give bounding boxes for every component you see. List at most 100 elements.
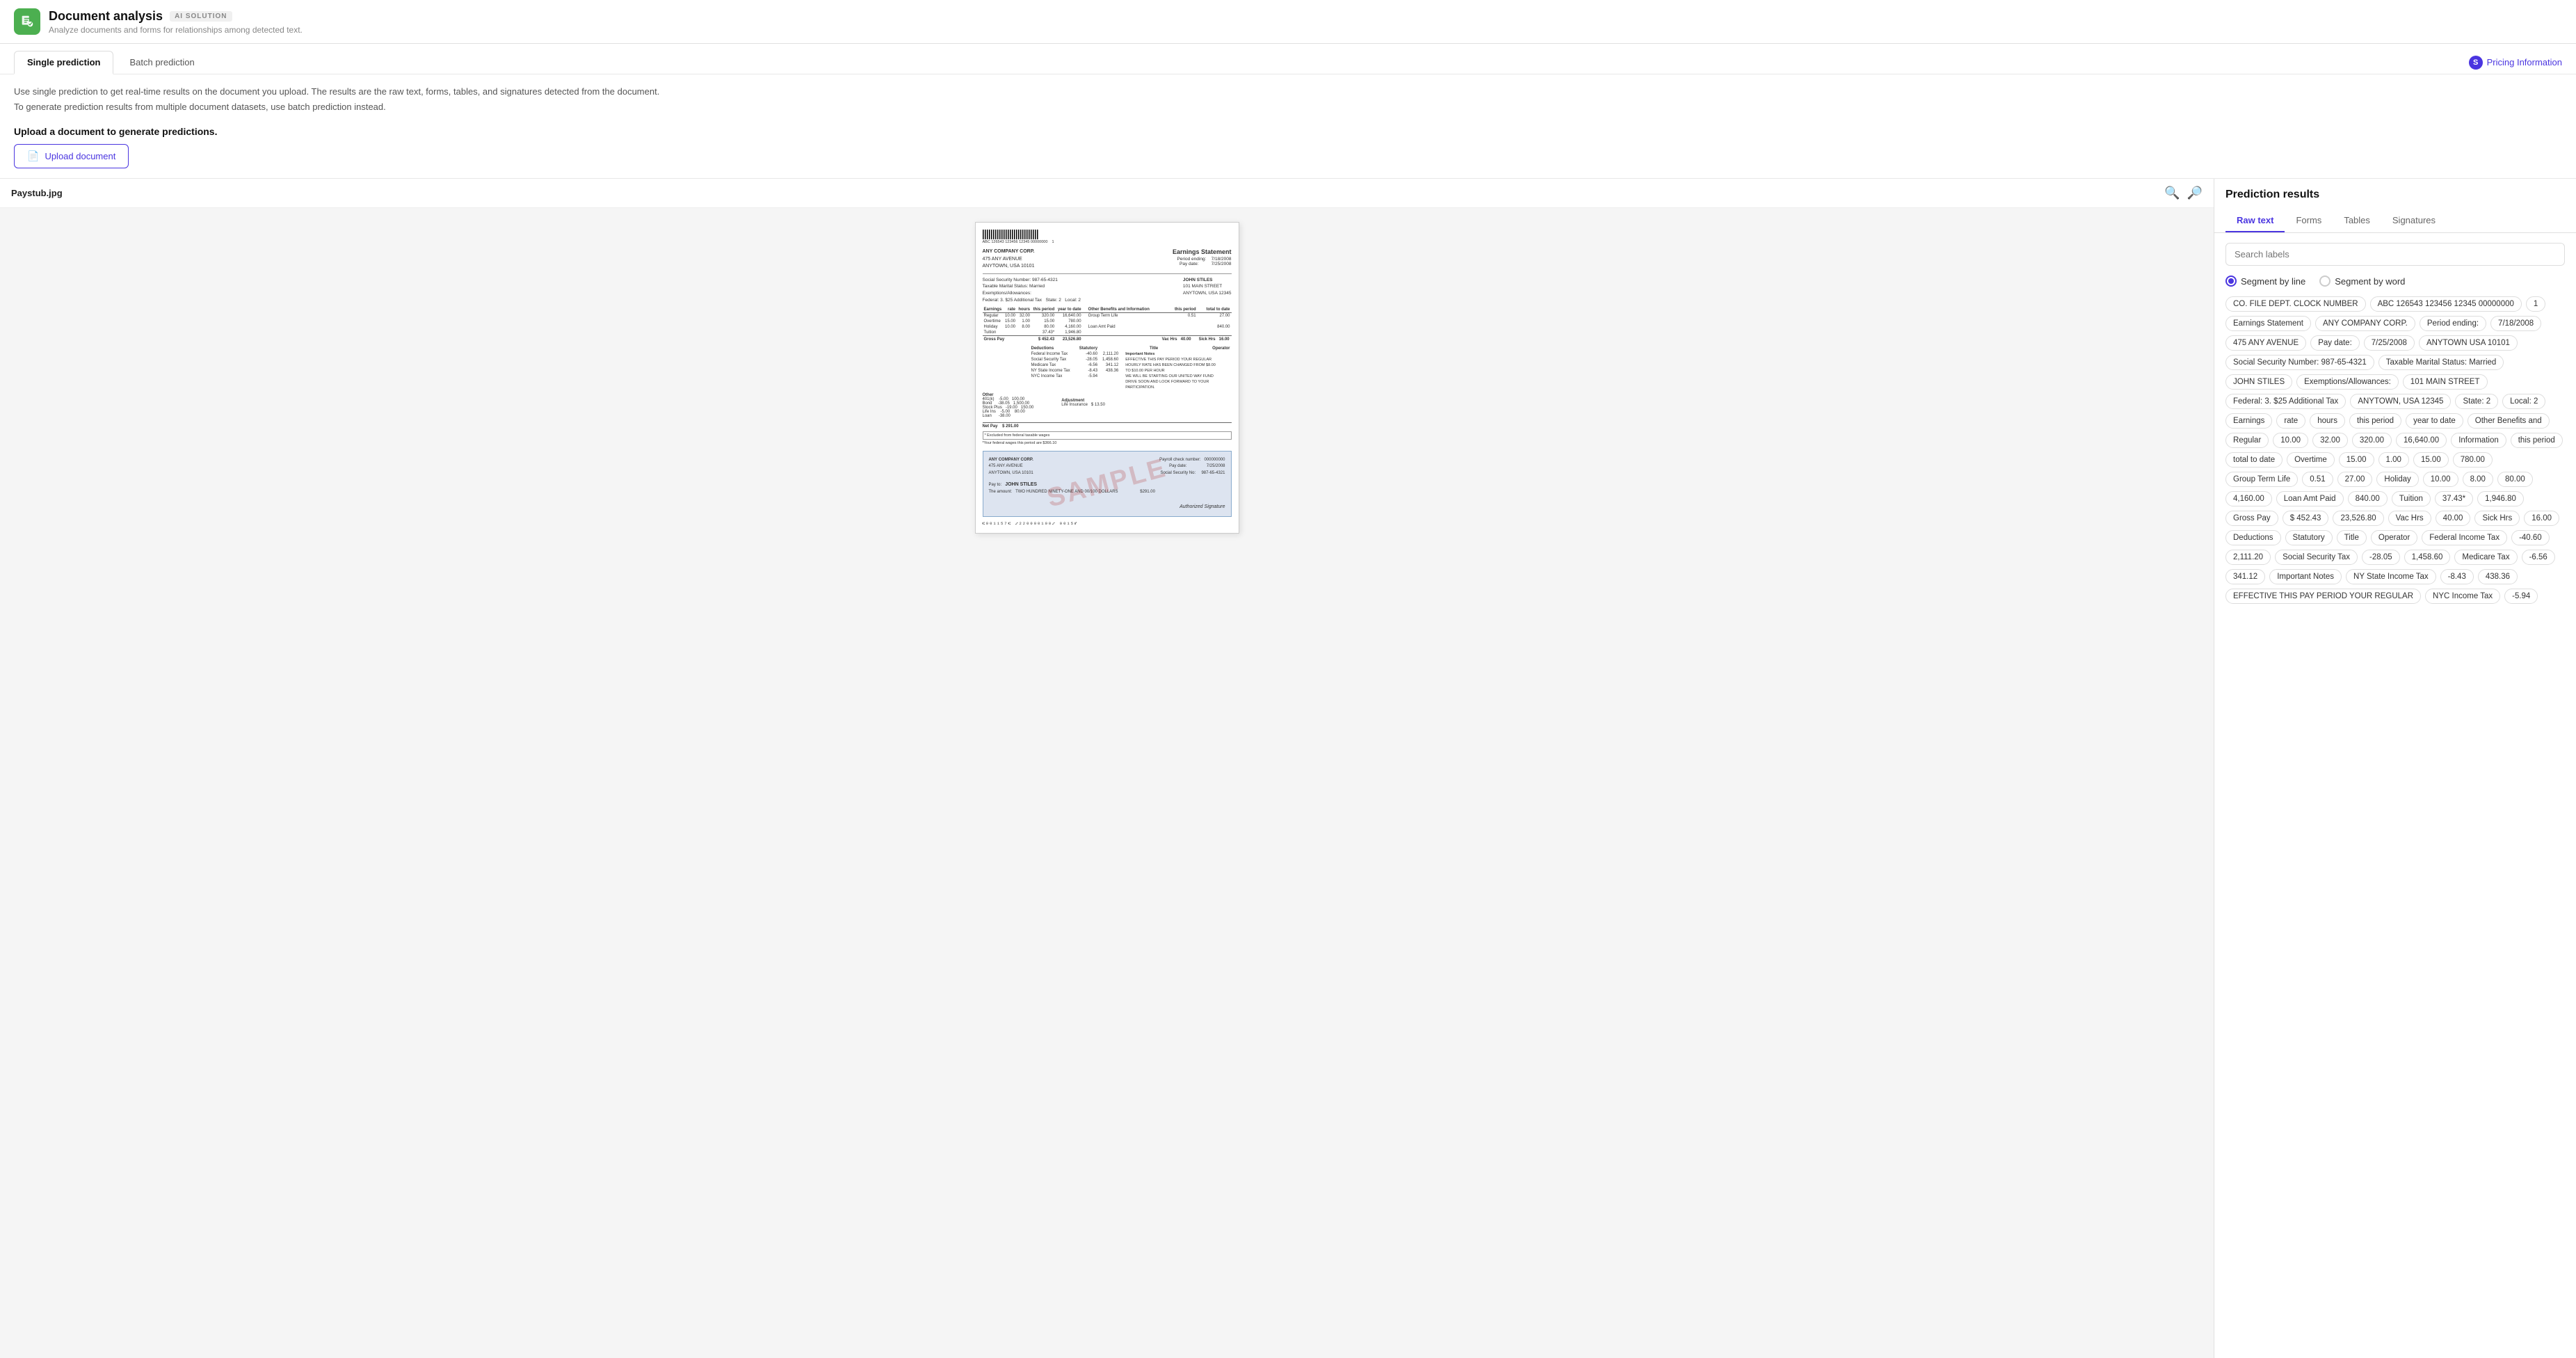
tag-item[interactable]: Operator <box>2371 530 2417 545</box>
tag-item[interactable]: total to date <box>2225 452 2283 468</box>
segment-by-line-option[interactable]: Segment by line <box>2225 275 2305 287</box>
tag-item[interactable]: Important Notes <box>2269 569 2342 584</box>
tag-item[interactable]: 1.00 <box>2378 452 2409 468</box>
tag-item[interactable]: 40.00 <box>2436 511 2471 526</box>
tag-item[interactable]: Overtime <box>2287 452 2335 468</box>
tag-item[interactable]: 7/18/2008 <box>2490 316 2541 331</box>
tag-item[interactable]: Exemptions/Allowances: <box>2296 374 2399 390</box>
search-labels-input[interactable] <box>2225 243 2565 266</box>
app-title: Document analysis <box>49 9 163 24</box>
tag-item[interactable]: Holiday <box>2376 472 2418 487</box>
tag-item[interactable]: ANYTOWN, USA 12345 <box>2350 394 2451 409</box>
pricing-link[interactable]: S Pricing Information <box>2469 56 2562 70</box>
tag-item[interactable]: Earnings <box>2225 413 2272 429</box>
tag-item[interactable]: 15.00 <box>2339 452 2374 468</box>
tab-batch-prediction[interactable]: Batch prediction <box>116 51 207 74</box>
tag-item[interactable]: Group Term Life <box>2225 472 2298 487</box>
zoom-out-button[interactable]: 🔍 <box>2164 186 2180 200</box>
tag-item[interactable]: 4,160.00 <box>2225 491 2272 506</box>
tag-item[interactable]: 32.00 <box>2312 433 2348 448</box>
results-body: Segment by line Segment by word CO. FILE… <box>2214 233 2576 1358</box>
tag-item[interactable]: Title <box>2337 530 2367 545</box>
tag-item[interactable]: Regular <box>2225 433 2269 448</box>
results-title: Prediction results <box>2225 189 2565 201</box>
tag-item[interactable]: Sick Hrs <box>2474 511 2520 526</box>
tag-item[interactable]: ABC 126543 123456 12345 00000000 <box>2370 296 2522 312</box>
tag-item[interactable]: -8.43 <box>2440 569 2474 584</box>
tag-item[interactable]: 341.12 <box>2225 569 2265 584</box>
zoom-in-button[interactable]: 🔎 <box>2187 186 2203 200</box>
tag-item[interactable]: Vac Hrs <box>2388 511 2431 526</box>
tag-item[interactable]: Period ending: <box>2420 316 2486 331</box>
tag-item[interactable]: 15.00 <box>2413 452 2449 468</box>
result-tab-tables[interactable]: Tables <box>2333 209 2381 232</box>
tag-item[interactable]: 23,526.80 <box>2333 511 2383 526</box>
result-tab-forms[interactable]: Forms <box>2285 209 2333 232</box>
tag-item[interactable]: State: 2 <box>2455 394 2498 409</box>
tag-item[interactable]: 840.00 <box>2348 491 2388 506</box>
tag-item[interactable]: 80.00 <box>2497 472 2533 487</box>
tag-item[interactable]: 10.00 <box>2423 472 2458 487</box>
tag-item[interactable]: Gross Pay <box>2225 511 2278 526</box>
segment-word-label: Segment by word <box>2335 276 2405 287</box>
tag-item[interactable]: 10.00 <box>2273 433 2308 448</box>
tab-single-prediction[interactable]: Single prediction <box>14 51 113 74</box>
tag-item[interactable]: NY State Income Tax <box>2346 569 2436 584</box>
tag-item[interactable]: -5.94 <box>2504 589 2538 604</box>
tag-item[interactable]: Deductions <box>2225 530 2281 545</box>
tag-item[interactable]: JOHN STILES <box>2225 374 2292 390</box>
tag-item[interactable]: 438.36 <box>2478 569 2518 584</box>
result-tab-rawtext[interactable]: Raw text <box>2225 209 2285 232</box>
tag-item[interactable]: 8.00 <box>2463 472 2493 487</box>
tag-item[interactable]: Information <box>2451 433 2506 448</box>
tag-item[interactable]: Other Benefits and <box>2468 413 2550 429</box>
tag-item[interactable]: 1,458.60 <box>2404 550 2451 565</box>
tag-item[interactable]: 475 ANY AVENUE <box>2225 335 2306 351</box>
header-title-block: Document analysis AI SOLUTION Analyze do… <box>49 9 303 35</box>
tag-item[interactable]: -28.05 <box>2362 550 2400 565</box>
tag-item[interactable]: Earnings Statement <box>2225 316 2311 331</box>
tag-item[interactable]: NYC Income Tax <box>2425 589 2500 604</box>
tag-item[interactable]: Federal: 3. $25 Additional Tax <box>2225 394 2346 409</box>
tag-item[interactable]: Taxable Marital Status: Married <box>2378 355 2504 370</box>
tag-item[interactable]: 1,946.80 <box>2477 491 2524 506</box>
tag-item[interactable]: CO. FILE DEPT. CLOCK NUMBER <box>2225 296 2366 312</box>
tag-item[interactable]: Federal Income Tax <box>2422 530 2507 545</box>
tag-item[interactable]: Social Security Tax <box>2275 550 2358 565</box>
tag-item[interactable]: 16.00 <box>2524 511 2559 526</box>
tag-item[interactable]: EFFECTIVE THIS PAY PERIOD YOUR REGULAR <box>2225 589 2421 604</box>
tag-item[interactable]: this period <box>2349 413 2401 429</box>
tag-item[interactable]: 0.51 <box>2302 472 2333 487</box>
tag-item[interactable]: Loan Amt Paid <box>2276 491 2344 506</box>
tag-item[interactable]: ANY COMPANY CORP. <box>2315 316 2415 331</box>
doc-filename: Paystub.jpg <box>11 188 63 198</box>
segment-by-word-option[interactable]: Segment by word <box>2319 275 2405 287</box>
tag-item[interactable]: 16,640.00 <box>2396 433 2447 448</box>
tag-item[interactable]: -40.60 <box>2511 530 2550 545</box>
doc-viewport[interactable]: ABC 126543 123456 12345 00000000 1 ANY C… <box>0 208 2214 1358</box>
tag-item[interactable]: 1 <box>2526 296 2545 312</box>
tag-item[interactable]: Medicare Tax <box>2454 550 2517 565</box>
tag-item[interactable]: Social Security Number: 987-65-4321 <box>2225 355 2374 370</box>
tag-item[interactable]: 101 MAIN STREET <box>2403 374 2488 390</box>
tag-item[interactable]: Pay date: <box>2310 335 2360 351</box>
tag-item[interactable]: Tuition <box>2392 491 2431 506</box>
result-tab-signatures[interactable]: Signatures <box>2381 209 2447 232</box>
tag-item[interactable]: rate <box>2276 413 2305 429</box>
tag-item[interactable]: 37.43* <box>2435 491 2473 506</box>
tag-item[interactable]: year to date <box>2406 413 2463 429</box>
tag-item[interactable]: ANYTOWN USA 10101 <box>2419 335 2518 351</box>
upload-document-button[interactable]: 📄 Upload document <box>14 144 129 168</box>
tag-item[interactable]: Statutory <box>2285 530 2333 545</box>
tag-item[interactable]: -6.56 <box>2522 550 2555 565</box>
tag-item[interactable]: 780.00 <box>2453 452 2493 468</box>
tag-item[interactable]: 320.00 <box>2352 433 2392 448</box>
tag-item[interactable]: 2,111.20 <box>2225 550 2271 565</box>
tag-item[interactable]: 7/25/2008 <box>2364 335 2415 351</box>
ai-badge: AI SOLUTION <box>170 11 232 22</box>
tag-item[interactable]: $ 452.43 <box>2283 511 2329 526</box>
tag-item[interactable]: hours <box>2310 413 2345 429</box>
tag-item[interactable]: Local: 2 <box>2502 394 2545 409</box>
tag-item[interactable]: 27.00 <box>2337 472 2373 487</box>
tag-item[interactable]: this period <box>2511 433 2563 448</box>
